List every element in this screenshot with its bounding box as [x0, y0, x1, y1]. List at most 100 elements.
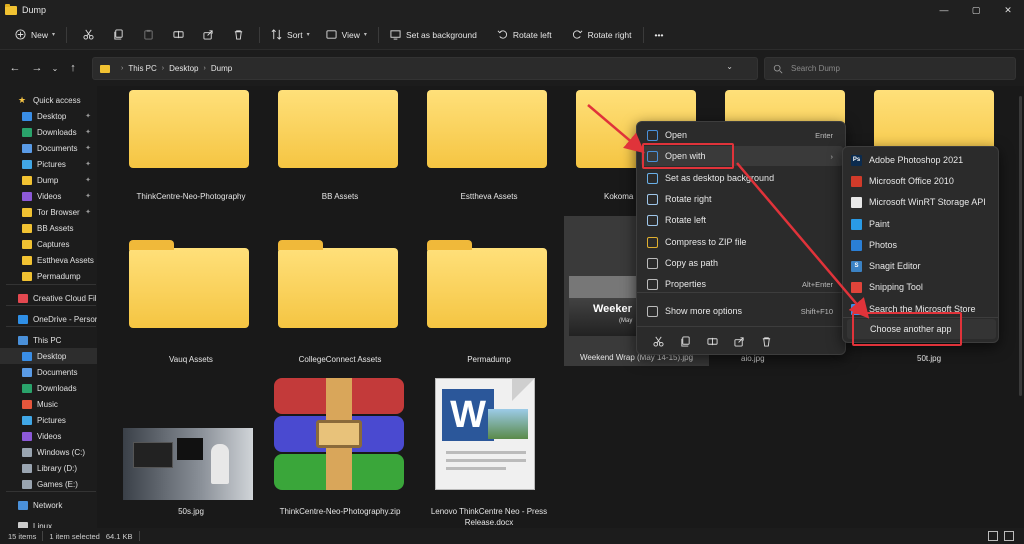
sidebar-item[interactable]: OneDrive - Persor [0, 311, 97, 327]
sidebar-item[interactable]: Music [0, 396, 97, 412]
address-dropdown-icon[interactable]: ⌄ [726, 62, 733, 71]
rotate-left-icon [497, 30, 507, 39]
open-with-item[interactable]: Microsoft WinRT Storage API [847, 192, 996, 212]
rename-button[interactable] [163, 24, 193, 46]
chevron-down-icon: ▾ [363, 32, 367, 38]
open-with-label: Search the Microsoft Store [869, 304, 976, 314]
open-with-item[interactable]: Ps Adobe Photoshop 2021 [847, 150, 996, 170]
videos-icon [22, 431, 32, 441]
open-with-label: Snagit Editor [869, 261, 921, 271]
context-menu-item[interactable]: Open Enter [641, 125, 843, 145]
open-with-item[interactable]: Choose another app [847, 319, 996, 339]
context-menu-item[interactable]: Copy as path [641, 253, 843, 273]
sidebar-item[interactable]: Linux [0, 518, 97, 528]
forward-button[interactable]: → [26, 57, 48, 79]
more-button[interactable]: ••• [650, 24, 669, 46]
breadcrumb-dump[interactable]: Dump [211, 64, 232, 73]
open-with-item[interactable]: Snipping Tool [847, 277, 996, 297]
rotate-right-icon [647, 193, 658, 205]
recent-button[interactable]: ⌄ [48, 57, 62, 79]
share-button[interactable] [193, 24, 223, 46]
back-button[interactable]: ← [4, 57, 26, 79]
sidebar-item[interactable]: Documents ✦ [0, 140, 97, 156]
sidebar-item[interactable]: Downloads ✦ [0, 124, 97, 140]
context-menu-item[interactable]: Open with › [641, 146, 843, 166]
wallpaper-icon [390, 30, 401, 40]
sidebar-item[interactable]: Creative Cloud Fil [0, 290, 97, 306]
rename-action-button[interactable] [699, 336, 726, 347]
delete-button[interactable] [223, 24, 253, 46]
open-with-item[interactable]: Microsoft Office 2010 [847, 171, 996, 191]
sidebar-item[interactable]: Pictures [0, 412, 97, 428]
sidebar-item[interactable]: This PC [0, 332, 97, 348]
sidebar-item[interactable]: Games (E:) [0, 476, 97, 492]
context-menu-item[interactable]: Properties Alt+Enter [641, 274, 843, 294]
breadcrumb-this-pc[interactable]: This PC [128, 64, 156, 73]
context-menu-item[interactable]: Rotate right [641, 189, 843, 209]
cut-action-button[interactable] [645, 336, 672, 347]
cut-button[interactable] [73, 24, 103, 46]
sidebar-item[interactable]: Desktop ✦ [0, 108, 97, 124]
sidebar-item[interactable]: Permadump [0, 268, 97, 284]
sidebar-item[interactable]: Library (D:) [0, 460, 97, 476]
sidebar-item-label: Games (E:) [37, 479, 78, 489]
search-input[interactable]: Search Dump [764, 57, 1016, 80]
sidebar-item[interactable]: BB Assets [0, 220, 97, 236]
open-with-item[interactable]: Paint [847, 214, 996, 234]
breadcrumb-desktop[interactable]: Desktop [169, 64, 198, 73]
up-button[interactable]: ↑ [62, 57, 84, 79]
pin-icon: ✦ [85, 113, 91, 120]
folder-icon [22, 239, 32, 249]
view-button[interactable]: View ▾ [321, 24, 372, 46]
copy-action-button[interactable] [672, 335, 699, 347]
chevron-down-icon: ⌄ [51, 63, 59, 73]
share-action-button[interactable] [726, 336, 753, 347]
new-button[interactable]: New ▾ [10, 24, 60, 46]
sidebar-item[interactable]: Videos ✦ [0, 188, 97, 204]
context-menu-item[interactable]: Show more options Shift+F10 [641, 301, 843, 321]
maximize-button[interactable]: ▢ [960, 0, 992, 20]
context-menu-item[interactable]: Compress to ZIP file [641, 232, 843, 252]
open-with-item[interactable]: Photos [847, 235, 996, 255]
copy-button[interactable] [103, 24, 133, 46]
sidebar-item[interactable]: Windows (C:) [0, 444, 97, 460]
sidebar-item-label: Esttheva Assets [37, 255, 94, 265]
paste-button[interactable] [133, 24, 163, 46]
details-view-button[interactable] [988, 531, 998, 541]
tiles-view-button[interactable] [1004, 531, 1014, 541]
open-with-item[interactable]: Search the Microsoft Store [847, 299, 996, 319]
sidebar-item[interactable]: Tor Browser ✦ [0, 204, 97, 220]
sort-button[interactable]: Sort ▾ [266, 24, 315, 46]
sidebar-item-label: This PC [33, 335, 62, 345]
sidebar-item[interactable]: Dump ✦ [0, 172, 97, 188]
sidebar-item[interactable]: Pictures ✦ [0, 156, 97, 172]
selection-count: 1 item selected [49, 531, 100, 541]
context-menu-item[interactable]: Set as desktop background [641, 168, 843, 188]
sidebar-item[interactable]: Desktop [0, 348, 97, 364]
sidebar-item[interactable]: Captures [0, 236, 97, 252]
sort-label: Sort [287, 29, 303, 40]
sidebar-item-label: OneDrive - Persor [33, 314, 97, 324]
sidebar-item[interactable]: ★ Quick access [0, 92, 97, 108]
set-as-background-button[interactable]: Set as background [385, 24, 482, 46]
desktop-icon [22, 111, 32, 121]
sidebar-item[interactable]: Downloads [0, 380, 97, 396]
download-icon [22, 127, 32, 137]
pc-icon [18, 335, 28, 345]
sidebar-item[interactable]: Esttheva Assets [0, 252, 97, 268]
close-button[interactable]: ✕ [992, 0, 1024, 20]
context-menu-item[interactable]: Rotate left [641, 210, 843, 230]
sidebar-item[interactable]: Videos [0, 428, 97, 444]
rotate-left-button[interactable]: Rotate left [492, 24, 557, 46]
vertical-scrollbar[interactable] [1019, 96, 1022, 396]
open-with-item[interactable]: S Snagit Editor [847, 256, 996, 276]
sidebar-item[interactable]: Documents [0, 364, 97, 380]
address-bar[interactable]: › This PC › Desktop › Dump ⌄ ↻ [92, 57, 779, 80]
sidebar-item[interactable]: Network [0, 497, 97, 513]
trash-action-button[interactable] [753, 336, 780, 347]
rotate-right-button[interactable]: Rotate right [567, 24, 637, 46]
minimize-button[interactable]: — [928, 0, 960, 20]
thumbnail-text: Weeker [593, 303, 632, 315]
more-icon: ••• [654, 29, 664, 40]
context-menu-shortcut: Alt+Enter [801, 279, 833, 289]
